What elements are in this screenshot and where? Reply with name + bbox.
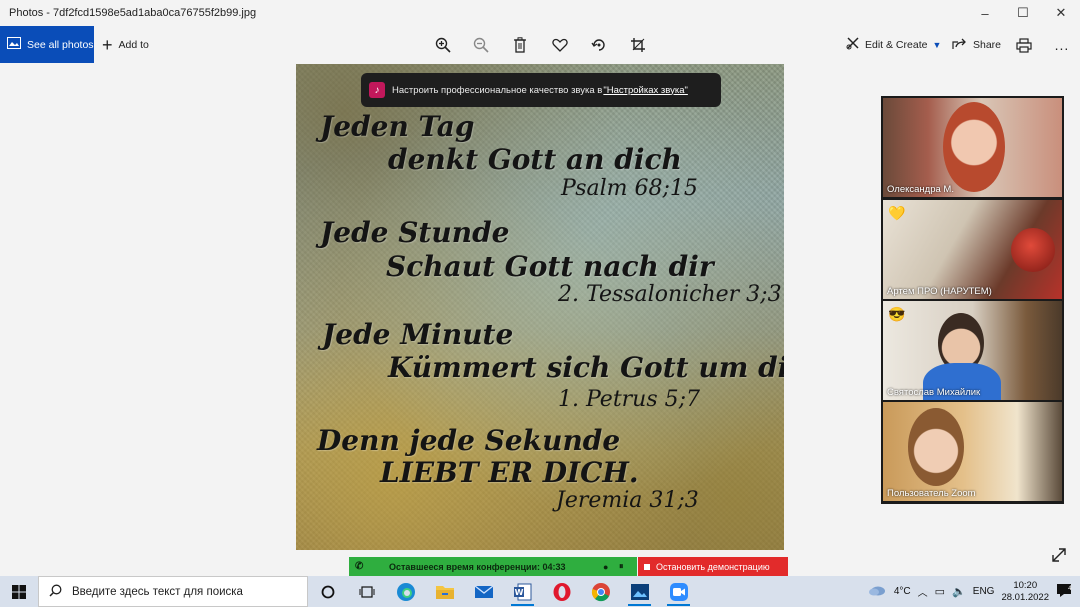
svg-text:W: W — [514, 588, 523, 597]
verse-reference: 2. Tessalonicher 3;3 — [558, 282, 782, 307]
verse-reference: Jeremia 31;3 — [556, 488, 699, 513]
verse-line: Kümmert sich Gott um dich — [388, 351, 784, 384]
photos-icon[interactable] — [620, 576, 659, 607]
rotate-icon[interactable] — [589, 35, 609, 55]
minimize-button[interactable]: – — [966, 0, 1004, 26]
participant-video — [943, 102, 1005, 192]
edit-tools-icon — [846, 36, 860, 53]
notice-text: Настроить профессиональное качество звук… — [392, 84, 603, 96]
see-all-photos-button[interactable]: See all photos — [0, 26, 94, 63]
sound-settings-notice[interactable]: ♪ Настроить профессиональное качество зв… — [361, 73, 721, 107]
participant-video — [908, 408, 964, 486]
edit-create-button[interactable]: Edit & Create ▼ — [846, 26, 941, 63]
zoom-in-icon[interactable] — [433, 35, 453, 55]
phone-icon: ✆ — [355, 561, 364, 572]
meeting-timer-label: Оставшееся время конференции: 04:33 — [389, 561, 566, 572]
windows-logo-icon — [12, 584, 26, 599]
verse-reference: Psalm 68;15 — [561, 176, 698, 201]
weather-temperature[interactable]: 4°C — [894, 586, 911, 597]
photo-gallery-icon — [7, 37, 21, 52]
yellow-heart-icon: 💛 — [888, 205, 906, 221]
language-indicator[interactable]: ENG — [973, 586, 995, 597]
taskbar: Введите здесь текст для поиска W 4°C ︿ ▭… — [0, 576, 1080, 607]
maximize-button[interactable]: ☐ — [1004, 0, 1042, 26]
windows-start-button[interactable] — [0, 576, 38, 607]
verse-line: LIEBT ER DICH. — [380, 456, 639, 489]
chevron-up-icon[interactable]: ︿ — [918, 584, 928, 599]
participant-tile[interactable]: Олександра М. — [883, 98, 1062, 197]
window-title: Photos - 7df2fcd1598e5ad1aba0ca76755f2b9… — [9, 7, 257, 19]
add-to-label: Add to — [118, 38, 149, 51]
participant-name: Артем ПРО (НАРУТЕМ) — [887, 286, 992, 297]
pause-icon[interactable]: ⏸ — [619, 561, 624, 572]
delete-icon[interactable] — [510, 35, 530, 55]
favorite-icon[interactable] — [550, 35, 570, 55]
title-bar: Photos - 7df2fcd1598e5ad1aba0ca76755f2b9… — [0, 0, 1080, 26]
photos-window: Photos - 7df2fcd1598e5ad1aba0ca76755f2b9… — [0, 0, 1080, 607]
verse-line: Jede Minute — [322, 318, 514, 351]
notifications-icon[interactable]: 4 — [1056, 583, 1072, 600]
clock-time: 10:20 — [1013, 579, 1038, 591]
video-participants-panel: Олександра М. 💛 Артем ПРО (НАРУТЕМ) 😎 Св… — [881, 96, 1064, 504]
sunglasses-emoji-icon: 😎 — [888, 306, 906, 322]
file-explorer-icon[interactable] — [425, 576, 464, 607]
participant-name: Святослав Михайлик — [887, 387, 981, 398]
verse-line: Jeden Tag — [320, 110, 475, 143]
stop-sharing-label: Остановить демонстрацию — [656, 561, 770, 572]
share-button[interactable]: Share — [952, 26, 1001, 63]
verse-line: Denn jede Sekunde — [317, 424, 621, 457]
toolbar: See all photos + Add to Edit & Create ▼ … — [0, 26, 1080, 63]
chevron-down-icon: ▼ — [932, 39, 942, 50]
edge-icon[interactable] — [386, 576, 425, 607]
zoom-out-icon[interactable] — [471, 35, 491, 55]
task-view-icon[interactable] — [347, 576, 386, 607]
search-icon — [49, 584, 62, 600]
participant-name: Пользователь Zoom — [887, 488, 976, 499]
verse-reference: 1. Petrus 5;7 — [558, 387, 701, 412]
participant-tile[interactable]: 💛 Артем ПРО (НАРУТЕМ) — [883, 200, 1062, 299]
shield-icon: ● — [603, 561, 609, 572]
network-icon[interactable]: ▭ — [935, 585, 945, 598]
search-placeholder: Введите здесь текст для поиска — [72, 585, 243, 598]
participant-tile[interactable]: 😎 Святослав Михайлик — [883, 301, 1062, 400]
expand-icon[interactable] — [1050, 546, 1070, 566]
edit-create-label: Edit & Create — [865, 38, 928, 51]
system-tray: 4°C ︿ ▭ 🔈 ENG 10:20 28.01.2022 4 — [867, 576, 1080, 607]
zoom-icon[interactable] — [659, 576, 698, 607]
taskbar-clock[interactable]: 10:20 28.01.2022 — [1001, 580, 1049, 604]
clock-date: 28.01.2022 — [1001, 591, 1049, 603]
verse-line: denkt Gott an dich — [388, 143, 682, 176]
stop-square-icon — [644, 563, 650, 570]
close-button[interactable]: ✕ — [1042, 0, 1080, 26]
participant-tile[interactable]: Пользователь Zoom — [883, 402, 1062, 501]
chrome-icon[interactable] — [581, 576, 620, 607]
meeting-time-remaining: ✆ Оставшееся время конференции: 04:33 ● … — [349, 557, 637, 576]
participant-video — [1011, 228, 1055, 272]
taskbar-search-box[interactable]: Введите здесь текст для поиска — [38, 576, 308, 607]
cortana-icon[interactable] — [308, 576, 347, 607]
word-icon[interactable]: W — [503, 576, 542, 607]
sound-settings-link[interactable]: "Настройках звука" — [603, 85, 688, 96]
weather-icon[interactable] — [867, 583, 887, 600]
more-options-button[interactable]: ... — [1052, 35, 1072, 55]
print-icon[interactable] — [1014, 35, 1034, 55]
verse-line: Jede Stunde — [320, 216, 510, 249]
crop-icon[interactable] — [628, 35, 648, 55]
add-to-button[interactable]: + Add to — [102, 26, 149, 63]
stop-sharing-button[interactable]: Остановить демонстрацию — [638, 557, 788, 576]
photo-viewer-image[interactable]: Jeden Tag denkt Gott an dich Psalm 68;15… — [296, 64, 784, 550]
share-icon — [952, 37, 967, 53]
volume-icon[interactable]: 🔈 — [952, 585, 966, 598]
share-label: Share — [973, 38, 1002, 51]
see-all-photos-label: See all photos — [27, 38, 94, 51]
mail-icon[interactable] — [464, 576, 503, 607]
participant-name: Олександра М. — [887, 184, 954, 195]
music-note-icon: ♪ — [369, 82, 385, 98]
plus-icon: + — [102, 34, 113, 55]
verse-line: Schaut Gott nach dir — [386, 250, 714, 283]
opera-icon[interactable] — [542, 576, 581, 607]
svg-text:4: 4 — [1068, 585, 1072, 592]
